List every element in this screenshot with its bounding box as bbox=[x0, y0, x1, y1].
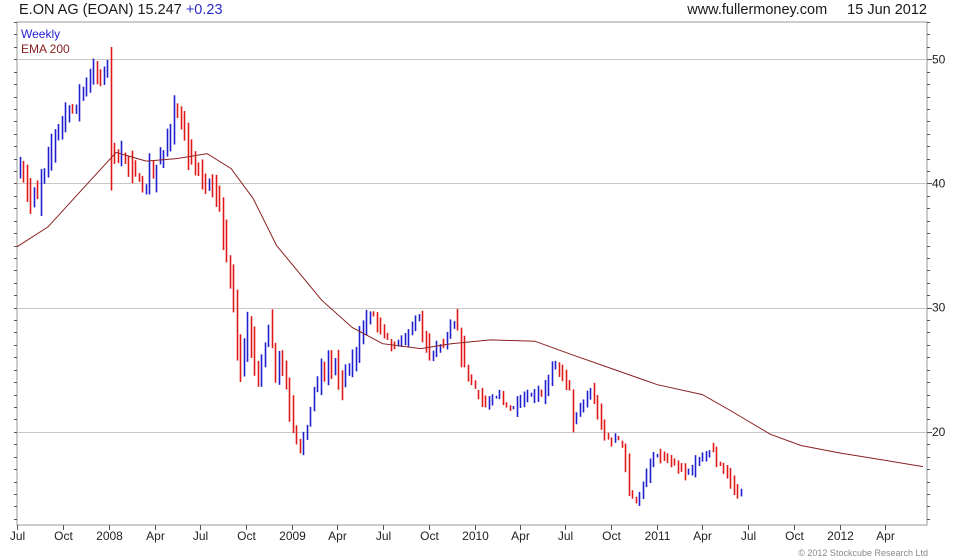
plot-area bbox=[16, 21, 928, 526]
x-axis-label: Jul bbox=[741, 529, 756, 543]
x-axis-label: Oct bbox=[602, 529, 621, 543]
x-axis-label: Oct bbox=[785, 529, 804, 543]
y-axis-label: 40 bbox=[932, 176, 946, 190]
y-axis-label: 30 bbox=[932, 301, 946, 315]
x-axis-label: 2010 bbox=[462, 529, 489, 543]
x-axis-label: Apr bbox=[876, 529, 895, 543]
x-axis-label: Apr bbox=[328, 529, 347, 543]
price-chart: 20 30 40 50 Jul Oct 2008 Apr Jul Oct 2009 Apr Jul Oct… bbox=[10, 21, 946, 543]
x-axis-label: Apr bbox=[511, 529, 530, 543]
x-axis-label: Oct bbox=[54, 529, 73, 543]
x-axis-label: Apr bbox=[693, 529, 712, 543]
x-axis-label: 2008 bbox=[96, 529, 123, 543]
x-axis-label: Oct bbox=[420, 529, 439, 543]
y-axis-label: 50 bbox=[932, 52, 946, 66]
x-axis-label: Apr bbox=[146, 529, 165, 543]
x-axis-label: Jul bbox=[193, 529, 208, 543]
x-axis-label: 2011 bbox=[645, 529, 671, 543]
x-axis-label: 2009 bbox=[279, 529, 306, 543]
y-axis-label: 20 bbox=[932, 425, 946, 439]
x-axis-label: 2012 bbox=[827, 529, 854, 543]
legend-item: EMA 200 bbox=[21, 42, 70, 56]
legend-item: Weekly bbox=[21, 27, 60, 41]
x-axis-label: Jul bbox=[376, 529, 391, 543]
x-axis-label: Jul bbox=[10, 529, 25, 543]
x-axis-label: Oct bbox=[237, 529, 256, 543]
copyright-text: © 2012 Stockcube Research Ltd bbox=[798, 548, 928, 558]
x-axis-label: Jul bbox=[558, 529, 573, 543]
